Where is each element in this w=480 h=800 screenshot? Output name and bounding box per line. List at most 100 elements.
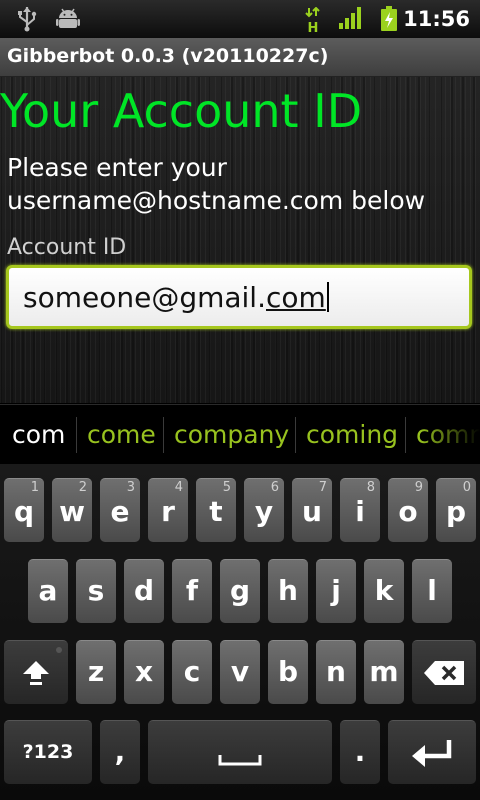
status-clock: 11:56 (403, 7, 470, 31)
key-number-hint: 3 (126, 480, 135, 495)
key-number-hint: 5 (222, 480, 231, 495)
key-number-hint: 8 (366, 480, 375, 495)
key-number-hint: 7 (318, 480, 327, 495)
key-label: t (209, 495, 223, 528)
instructions-text: Please enter your username@hostname.com … (7, 153, 426, 215)
key-label: d (133, 574, 155, 607)
key-d[interactable]: d (124, 559, 164, 623)
key-e[interactable]: 3e (100, 478, 140, 542)
suggestion-item[interactable]: company (174, 418, 289, 452)
suggestion-divider (163, 417, 164, 453)
account-id-label: Account ID (7, 235, 127, 260)
comma-key-label: , (114, 735, 126, 768)
key-number-hint: 2 (78, 480, 87, 495)
key-f[interactable]: f (172, 559, 212, 623)
key-label: k (374, 574, 394, 607)
symbols-key[interactable]: ?123 (4, 720, 92, 784)
space-key[interactable] (148, 720, 332, 784)
comma-key[interactable]: , (100, 720, 140, 784)
key-a[interactable]: a (28, 559, 68, 623)
shift-key[interactable] (4, 640, 68, 704)
battery-charging-icon (380, 6, 398, 36)
symbols-key-label: ?123 (22, 741, 74, 763)
key-x[interactable]: x (124, 640, 164, 704)
key-label: v (230, 655, 250, 688)
key-label: j (331, 574, 341, 607)
key-label: m (369, 655, 399, 688)
account-id-value: someone@gmail.com (23, 280, 329, 316)
key-p[interactable]: 0p (436, 478, 476, 542)
suggestion-item[interactable]: coming (306, 418, 398, 452)
account-setup-panel: Your Account ID Please enter your userna… (0, 77, 480, 403)
enter-icon (412, 740, 452, 767)
key-label: r (161, 495, 175, 528)
key-label: e (110, 495, 130, 528)
page-heading: Your Account ID (0, 84, 363, 138)
suggestion-item[interactable]: come (87, 418, 156, 452)
key-z[interactable]: z (76, 640, 116, 704)
key-number-hint: 4 (174, 480, 183, 495)
key-label: g (229, 574, 251, 607)
suggestion-item[interactable]: com (12, 418, 65, 452)
hplus-network-icon: H (304, 6, 322, 37)
app-title: Gibberbot 0.0.3 (v20110227c) (7, 45, 329, 67)
key-label: a (38, 574, 58, 607)
title-bar: Gibberbot 0.0.3 (v20110227c) (0, 38, 480, 77)
key-s[interactable]: s (76, 559, 116, 623)
suggestion-strip: com come company coming comm (0, 404, 480, 465)
suggestion-divider (405, 417, 406, 453)
key-label: o (398, 495, 418, 528)
key-u[interactable]: 7u (292, 478, 332, 542)
key-c[interactable]: c (172, 640, 212, 704)
text-caret (326, 282, 329, 312)
key-l[interactable]: l (412, 559, 452, 623)
suggestion-divider (295, 417, 296, 453)
key-j[interactable]: j (316, 559, 356, 623)
key-q[interactable]: 1q (4, 478, 44, 542)
key-number-hint: 9 (414, 480, 423, 495)
key-g[interactable]: g (220, 559, 260, 623)
suggestion-divider (76, 417, 77, 453)
key-r[interactable]: 4r (148, 478, 188, 542)
status-bar: H 11:56 (0, 0, 480, 39)
key-b[interactable]: b (268, 640, 308, 704)
shift-lock-indicator-icon (56, 647, 62, 653)
usb-icon (16, 6, 38, 36)
soft-keyboard: 1q2w3e4r5t6y7u8i9o0p asdfghjkl zxcvbnm ?… (0, 464, 480, 800)
space-icon (218, 755, 262, 766)
account-id-input[interactable]: someone@gmail.com (6, 265, 472, 329)
shift-icon (23, 661, 49, 685)
enter-key[interactable] (388, 720, 476, 784)
input-value-prefix: someone@gmail. (23, 281, 266, 314)
key-w[interactable]: 2w (52, 478, 92, 542)
key-i[interactable]: 8i (340, 478, 380, 542)
android-debug-icon (56, 6, 80, 36)
svg-text:H: H (308, 21, 319, 33)
key-v[interactable]: v (220, 640, 260, 704)
key-label: h (278, 574, 298, 607)
key-label: i (355, 495, 365, 528)
key-label: u (302, 495, 322, 528)
key-label: q (13, 495, 35, 528)
key-label: y (254, 495, 274, 528)
key-number-hint: 6 (270, 480, 279, 495)
key-o[interactable]: 9o (388, 478, 428, 542)
key-label: x (134, 655, 154, 688)
key-label: z (87, 655, 105, 688)
key-label: w (59, 495, 85, 528)
key-k[interactable]: k (364, 559, 404, 623)
key-label: f (185, 574, 199, 607)
key-y[interactable]: 6y (244, 478, 284, 542)
key-t[interactable]: 5t (196, 478, 236, 542)
key-m[interactable]: m (364, 640, 404, 704)
input-composing-text: com (266, 281, 326, 314)
key-h[interactable]: h (268, 559, 308, 623)
key-number-hint: 1 (30, 480, 39, 495)
period-key[interactable]: . (340, 720, 380, 784)
signal-icon (338, 6, 364, 34)
delete-key[interactable] (412, 640, 476, 704)
delete-icon (424, 661, 464, 685)
key-label: b (277, 655, 299, 688)
key-n[interactable]: n (316, 640, 356, 704)
key-label: l (427, 574, 437, 607)
